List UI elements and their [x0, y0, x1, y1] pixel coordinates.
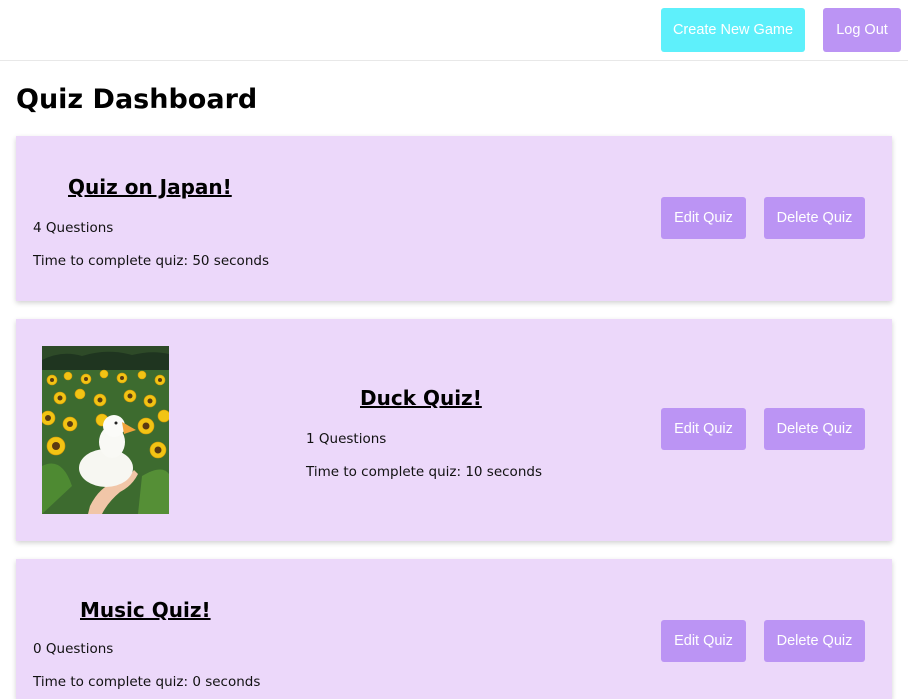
quiz-card: Quiz on Japan! 4 Questions Time to compl… — [16, 136, 892, 301]
completion-time: Time to complete quiz: 0 seconds — [33, 674, 261, 690]
edit-quiz-button[interactable]: Edit Quiz — [661, 408, 746, 450]
edit-quiz-button[interactable]: Edit Quiz — [661, 197, 746, 239]
delete-quiz-button[interactable]: Delete Quiz — [764, 408, 865, 450]
completion-time: Time to complete quiz: 10 seconds — [306, 464, 542, 480]
quiz-thumbnail — [42, 346, 169, 514]
quiz-title-link[interactable]: Duck Quiz! — [360, 386, 482, 410]
question-count: 4 Questions — [33, 220, 114, 236]
quiz-card: Duck Quiz! 1 Questions Time to complete … — [16, 319, 892, 541]
question-count: 1 Questions — [306, 431, 387, 447]
page-title: Quiz Dashboard — [16, 84, 258, 115]
quiz-card: Music Quiz! 0 Questions Time to complete… — [16, 559, 892, 699]
edit-quiz-button[interactable]: Edit Quiz — [661, 620, 746, 662]
delete-quiz-button[interactable]: Delete Quiz — [764, 197, 865, 239]
log-out-button[interactable]: Log Out — [823, 8, 901, 52]
delete-quiz-button[interactable]: Delete Quiz — [764, 620, 865, 662]
completion-time: Time to complete quiz: 50 seconds — [33, 253, 269, 269]
quiz-title-link[interactable]: Music Quiz! — [80, 598, 211, 622]
create-new-game-button[interactable]: Create New Game — [661, 8, 805, 52]
quiz-title-link[interactable]: Quiz on Japan! — [68, 175, 232, 199]
top-bar: Create New Game Log Out — [0, 0, 908, 61]
question-count: 0 Questions — [33, 641, 114, 657]
duck-sunflower-image — [42, 346, 169, 514]
